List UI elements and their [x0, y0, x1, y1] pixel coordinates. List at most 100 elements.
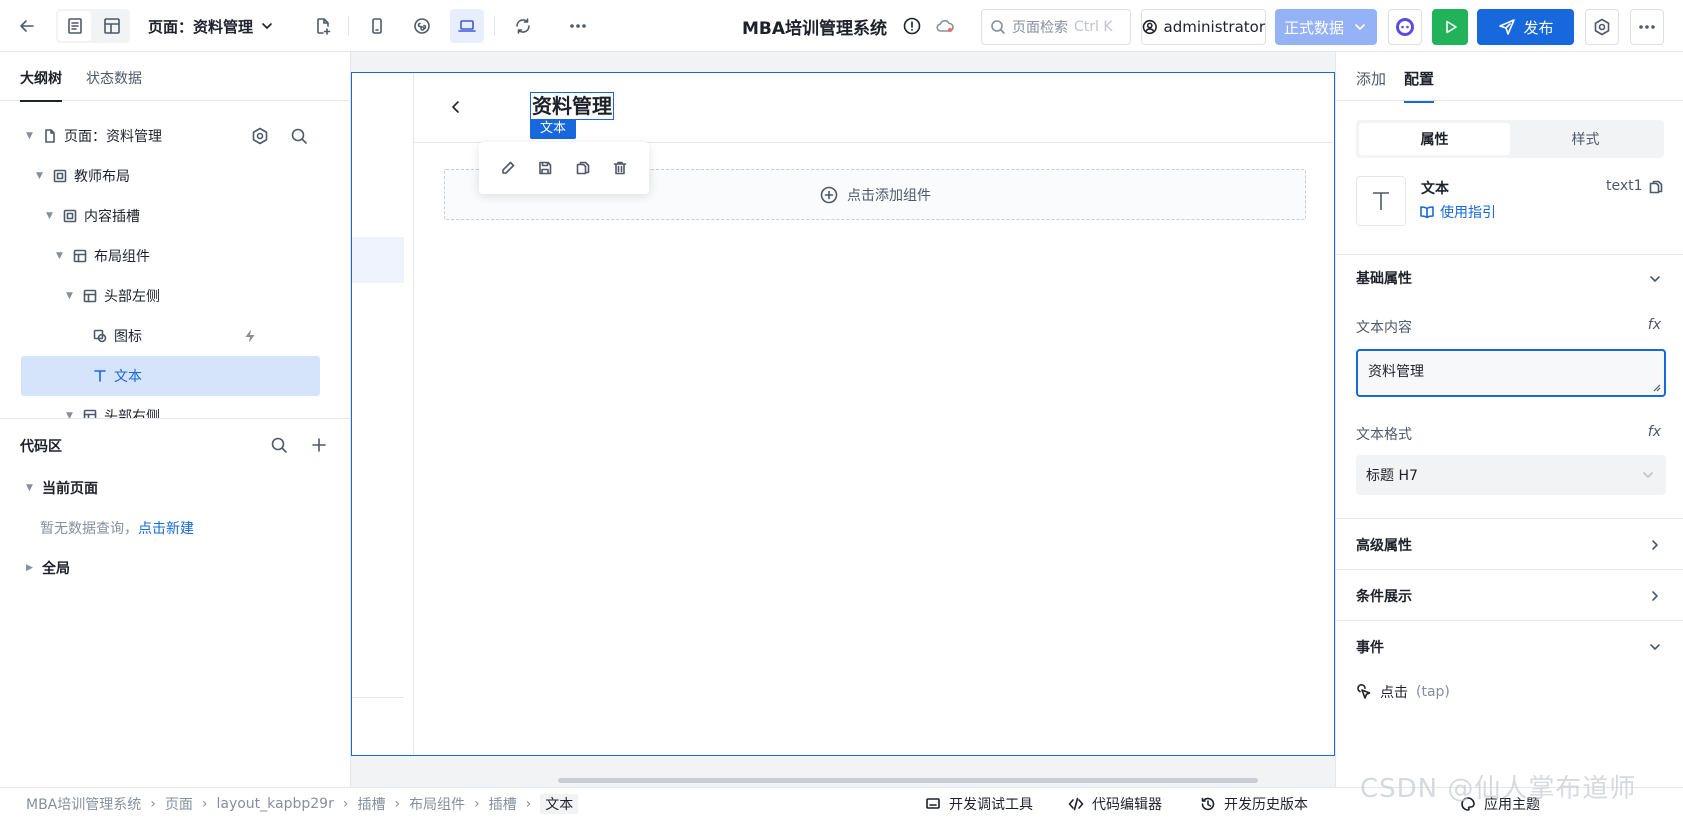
events-title[interactable]: 事件: [1356, 637, 1384, 657]
plus-circle-icon: [820, 186, 838, 203]
text-content-textarea[interactable]: 资料管理: [1356, 349, 1666, 397]
page-search-input[interactable]: 页面检索 Ctrl K: [981, 9, 1131, 45]
chevron-down-icon[interactable]: [1647, 271, 1663, 287]
search-icon[interactable]: [289, 126, 309, 146]
global-label: 全局: [42, 561, 70, 577]
run-preview-button[interactable]: [1432, 9, 1468, 45]
tree-node-layout-component[interactable]: ▼ 布局组件: [56, 236, 150, 276]
play-icon: [1446, 20, 1457, 34]
miniprogram-preview-button[interactable]: [405, 9, 439, 43]
refresh-button[interactable]: [506, 9, 540, 43]
chevron-down-icon[interactable]: [1647, 639, 1663, 655]
tab-state-data[interactable]: 状态数据: [86, 68, 142, 88]
tab-outline-tree[interactable]: 大纲树: [20, 68, 62, 102]
ai-assistant-button[interactable]: [1388, 9, 1422, 45]
breadcrumb-item[interactable]: 布局组件: [409, 794, 465, 814]
more-horizontal-icon: [1639, 25, 1655, 29]
delete-icon[interactable]: [612, 160, 628, 176]
breadcrumb-item[interactable]: 文本: [540, 794, 579, 814]
code-editor-button[interactable]: 代码编辑器: [1068, 794, 1162, 814]
breadcrumb-item[interactable]: 页面: [165, 794, 193, 814]
env-select[interactable]: 正式数据: [1275, 9, 1377, 45]
user-account-button[interactable]: administrator: [1141, 9, 1266, 45]
breadcrumb-separator-icon: ›: [342, 796, 349, 812]
cloud-icon: [936, 19, 954, 32]
search-shortcut: Ctrl K: [1074, 19, 1113, 35]
advanced-properties-section[interactable]: 高级属性: [1336, 518, 1683, 569]
copy-icon[interactable]: [575, 160, 591, 176]
segment-properties[interactable]: 属性: [1359, 123, 1510, 155]
debug-tool-button[interactable]: 开发调试工具: [925, 794, 1033, 814]
history-version-button[interactable]: 开发历史版本: [1200, 794, 1308, 814]
events-section: 事件: [1336, 620, 1683, 671]
tree-node-header-left[interactable]: ▼ 头部左侧: [66, 276, 160, 316]
code-editor-label: 代码编辑器: [1092, 797, 1162, 813]
selected-title-text[interactable]: 资料管理: [530, 92, 614, 120]
global-group[interactable]: ▶ 全局: [26, 558, 70, 578]
more-button[interactable]: [561, 9, 595, 43]
publish-button[interactable]: 发布: [1477, 9, 1574, 45]
tree-node-content-slot[interactable]: ▼ 内容插槽: [46, 196, 140, 236]
breadcrumb-item[interactable]: 插槽: [489, 794, 517, 814]
laptop-icon: [458, 20, 476, 32]
left-panel: 大纲树 状态数据 ▼ 页面：资料管理 ▼ 教师布局 ▼ 内容插槽 ▼ 布局组件 …: [0, 52, 351, 787]
plus-icon[interactable]: [309, 435, 329, 455]
usage-guide-label: 使用指引: [1440, 205, 1496, 221]
tree-node-icon[interactable]: 图标: [92, 316, 262, 356]
chevron-down-icon: [262, 23, 272, 29]
tree-node-text[interactable]: 文本: [21, 356, 320, 396]
miniprogram-icon: [414, 18, 430, 34]
fx-icon[interactable]: fx: [1648, 424, 1661, 440]
page-select[interactable]: 页面：资料管理: [148, 14, 275, 38]
tree-node-header-right[interactable]: ▼ 头部右侧: [66, 396, 160, 419]
settings-button[interactable]: [1585, 9, 1619, 45]
app-title: MBA培训管理系统: [742, 14, 887, 39]
fx-icon[interactable]: fx: [1648, 317, 1661, 333]
cloud-sync-status: [935, 16, 955, 36]
book-icon: [1420, 206, 1434, 219]
tab-add[interactable]: 添加: [1356, 68, 1386, 89]
page-icon: [45, 129, 55, 143]
condition-display-title: 条件展示: [1356, 589, 1412, 605]
add-component-label: 点击添加组件: [847, 187, 931, 204]
save-icon[interactable]: [537, 160, 553, 176]
create-query-link[interactable]: 点击新建: [138, 518, 194, 538]
condition-display-section[interactable]: 条件展示: [1336, 569, 1683, 620]
text-format-select[interactable]: 标题 H7: [1356, 455, 1666, 495]
outline-view-button[interactable]: [58, 11, 91, 41]
event-tap-item[interactable]: 点击 (tap): [1356, 682, 1450, 702]
segment-styles[interactable]: 样式: [1510, 123, 1661, 155]
design-canvas[interactable]: 资料管理 文本 点击添加组件: [351, 52, 1335, 787]
resize-handle-icon[interactable]: [1651, 382, 1661, 392]
add-page-button[interactable]: [306, 9, 340, 43]
app-info-icon-wrap[interactable]: [902, 16, 922, 36]
more-options-button[interactable]: [1630, 9, 1664, 45]
back-arrow-button[interactable]: [10, 9, 44, 43]
tree-node-teacher-layout[interactable]: ▼ 教师布局: [36, 156, 130, 196]
chevron-left-icon[interactable]: [446, 97, 466, 117]
text-type-icon: [1356, 176, 1406, 226]
search-icon[interactable]: [269, 435, 289, 455]
tree-node-label: 文本: [114, 369, 142, 385]
tree-node-label: 头部右侧: [104, 409, 160, 419]
mobile-preview-button[interactable]: [360, 9, 394, 43]
usage-guide-link[interactable]: 使用指引: [1419, 202, 1496, 222]
breadcrumb-separator-icon: ›: [474, 796, 480, 812]
empty-query-text: 暂无数据查询，: [40, 521, 138, 537]
layout-icon: [73, 249, 87, 263]
tree-node-page[interactable]: ▼ 页面：资料管理: [26, 116, 326, 156]
current-page-group[interactable]: ▼ 当前页面: [26, 478, 98, 498]
copy-icon[interactable]: [1648, 179, 1664, 195]
breadcrumb-item[interactable]: 插槽: [357, 794, 385, 814]
breadcrumb-item[interactable]: layout_kapbp29r: [216, 796, 333, 812]
edit-icon[interactable]: [500, 160, 516, 176]
breadcrumb-item[interactable]: MBA培训管理系统: [26, 794, 141, 814]
chevron-down-icon: [1643, 472, 1653, 478]
exclamation-circle-icon: [903, 17, 921, 35]
desktop-preview-button[interactable]: [450, 9, 484, 43]
basic-properties-title[interactable]: 基础属性: [1356, 268, 1412, 288]
layout-view-button[interactable]: [95, 11, 128, 41]
hexagon-gear-icon[interactable]: [250, 126, 270, 146]
horizontal-scrollbar[interactable]: [558, 778, 1258, 783]
tab-config[interactable]: 配置: [1404, 68, 1435, 103]
